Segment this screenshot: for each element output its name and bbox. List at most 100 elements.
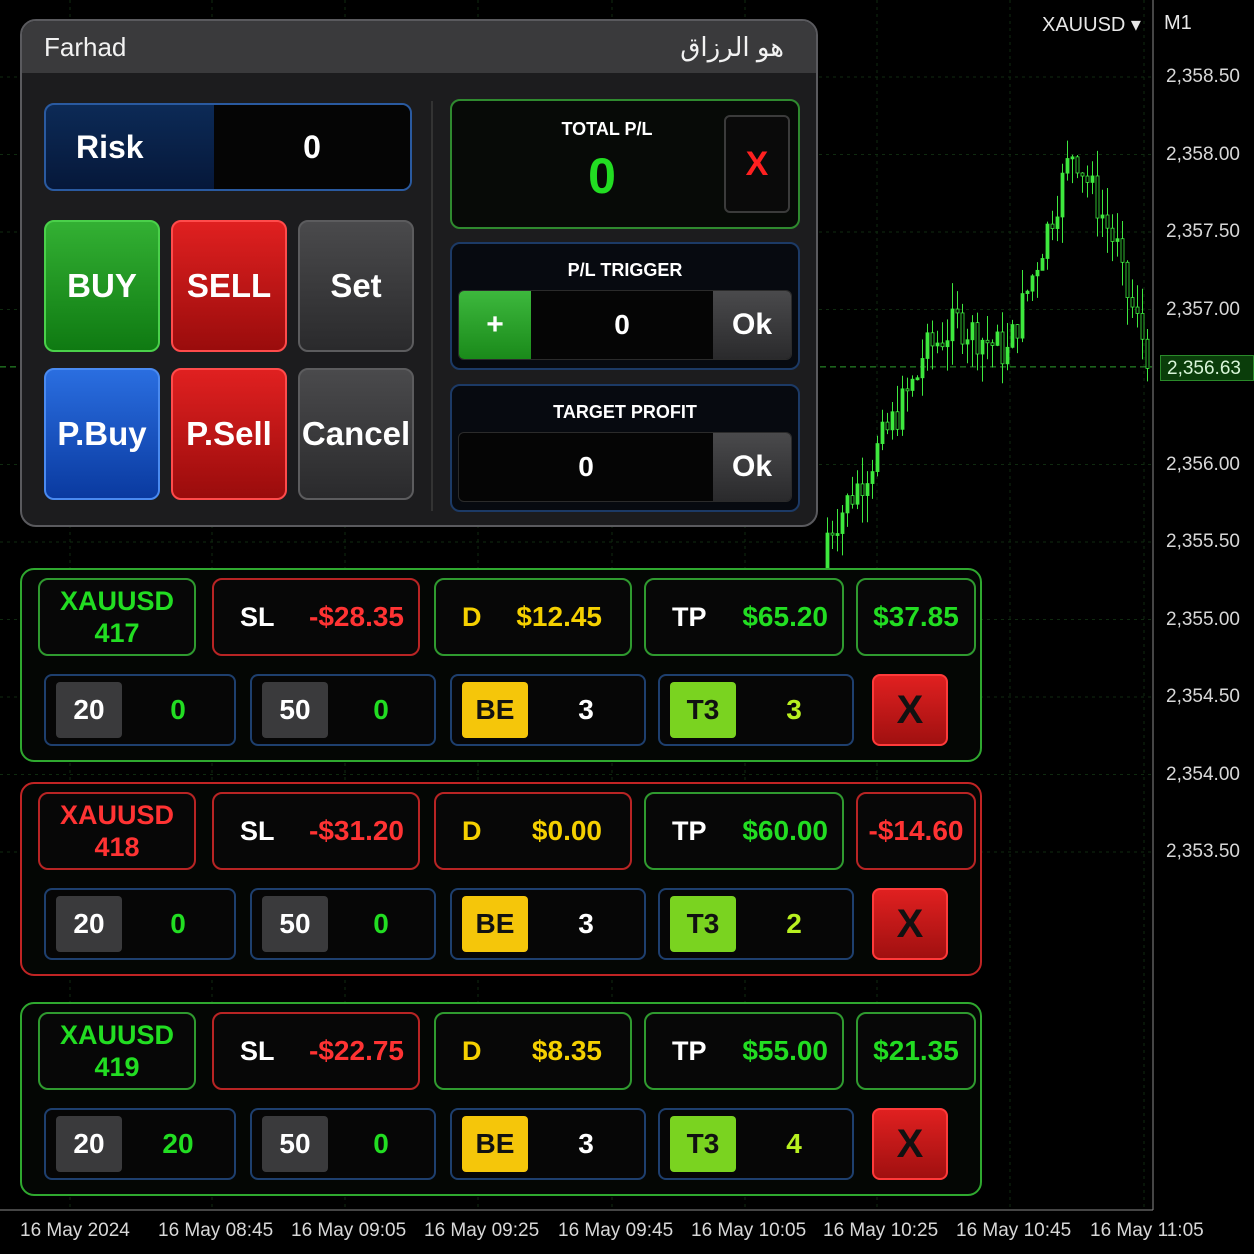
risk-field[interactable]: Risk 0 <box>44 103 412 191</box>
pl-trigger-ok-button[interactable]: Ok <box>713 291 791 359</box>
price-axis-label: 2,357.00 <box>1166 298 1240 320</box>
candle-body <box>925 332 930 359</box>
candle-body <box>935 342 940 347</box>
breakeven-control[interactable]: BE 3 <box>450 888 646 960</box>
candle-body <box>965 339 970 345</box>
candle-body <box>960 312 965 345</box>
candle-body <box>850 495 855 505</box>
t3-value: 3 <box>786 694 802 725</box>
trade-symbol: XAUUSD <box>59 586 174 616</box>
close-trade-button[interactable]: X <box>872 674 948 746</box>
candle-body <box>1050 223 1055 229</box>
set-button[interactable]: Set <box>298 220 414 352</box>
t3-button[interactable]: T3 <box>670 896 736 952</box>
t3-control[interactable]: T3 3 <box>658 674 854 746</box>
price-axis-label: 2,355.00 <box>1166 608 1240 630</box>
panel-title-bar[interactable]: Farhad هو الرزاق <box>22 21 816 73</box>
breakeven-control[interactable]: BE 3 <box>450 1108 646 1180</box>
candle-body <box>920 358 925 379</box>
time-axis-label: 16 May 10:25 <box>823 1220 939 1241</box>
breakeven-value: 3 <box>578 1128 594 1159</box>
t3-control[interactable]: T3 4 <box>658 1108 854 1180</box>
target-profit-ok-button[interactable]: Ok <box>713 433 791 501</box>
candle-body <box>1060 172 1065 218</box>
breakeven-value: 3 <box>578 908 594 939</box>
target-profit-label: TARGET PROFIT <box>553 402 697 422</box>
partial-close-50[interactable]: 50 0 <box>250 674 436 746</box>
d-value: $0.00 <box>531 815 602 846</box>
distance-cell: D $8.35 <box>434 1012 632 1090</box>
candle-body <box>950 308 955 342</box>
sell-button[interactable]: SELL <box>171 220 287 352</box>
pl-trigger-plus-button[interactable]: + <box>459 291 531 359</box>
partial-close-50[interactable]: 50 0 <box>250 1108 436 1180</box>
candle-body <box>1025 290 1030 294</box>
chart-timeframe[interactable]: M1 <box>1164 12 1192 35</box>
candle-body <box>1120 238 1125 263</box>
chart-symbol[interactable]: XAUUSD ▾ <box>1042 12 1141 37</box>
candle-body <box>945 340 950 348</box>
partial-close-50[interactable]: 50 0 <box>250 888 436 960</box>
pl-trigger-row: + 0 Ok <box>458 290 792 360</box>
pending-sell-button[interactable]: P.Sell <box>171 368 287 500</box>
stop-loss-cell: SL -$22.75 <box>212 1012 420 1090</box>
cancel-button[interactable]: Cancel <box>298 368 414 500</box>
candle-body <box>1035 269 1040 277</box>
partial-close-20[interactable]: 20 0 <box>44 888 236 960</box>
candle-body <box>910 378 915 391</box>
pl-trigger-input[interactable]: 0 <box>531 291 713 359</box>
d-label: D <box>462 601 482 632</box>
partial-50-button[interactable]: 50 <box>262 896 328 952</box>
partial-50-button[interactable]: 50 <box>262 1116 328 1172</box>
t3-value: 4 <box>786 1128 802 1159</box>
candle-body <box>1100 214 1105 219</box>
partial-20-button[interactable]: 20 <box>56 682 122 738</box>
time-axis-label: 16 May 10:05 <box>691 1220 807 1241</box>
breakeven-button[interactable]: BE <box>462 1116 528 1172</box>
candle-body <box>905 388 910 392</box>
trade-ticket: 419 <box>94 1052 140 1082</box>
candle-body <box>970 322 975 341</box>
target-profit-input[interactable]: 0 <box>459 433 713 501</box>
partial-20-value: 0 <box>170 908 186 939</box>
close-trade-button[interactable]: X <box>872 1108 948 1180</box>
pl-trigger-box: P/L TRIGGER + 0 Ok <box>450 242 800 370</box>
buy-button[interactable]: BUY <box>44 220 160 352</box>
tp-label: TP <box>672 601 707 632</box>
partial-20-value: 0 <box>170 694 186 725</box>
tp-label: TP <box>672 1035 707 1066</box>
t3-control[interactable]: T3 2 <box>658 888 854 960</box>
partial-20-button[interactable]: 20 <box>56 1116 122 1172</box>
partial-close-20[interactable]: 20 20 <box>44 1108 236 1180</box>
net-pl-cell: $21.35 <box>856 1012 976 1090</box>
trade-card: XAUUSD 417 SL -$28.35 D $12.45 TP $65.20 $3… <box>20 568 982 762</box>
partial-close-20[interactable]: 20 0 <box>44 674 236 746</box>
chevron-down-icon[interactable]: ▾ <box>1131 14 1141 36</box>
breakeven-button[interactable]: BE <box>462 896 528 952</box>
breakeven-control[interactable]: BE 3 <box>450 674 646 746</box>
close-trade-button[interactable]: X <box>872 888 948 960</box>
candle-body <box>1075 156 1080 174</box>
partial-20-button[interactable]: 20 <box>56 896 122 952</box>
pending-buy-button[interactable]: P.Buy <box>44 368 160 500</box>
close-all-button[interactable]: X <box>724 115 790 213</box>
candle-body <box>1095 175 1100 219</box>
panel-divider <box>431 101 433 511</box>
price-axis-label: 2,354.50 <box>1166 686 1240 707</box>
breakeven-button[interactable]: BE <box>462 682 528 738</box>
candle-body <box>860 483 865 496</box>
partial-50-button[interactable]: 50 <box>262 682 328 738</box>
risk-input[interactable]: 0 <box>214 105 410 189</box>
candle-body <box>1090 175 1095 183</box>
trade-card: XAUUSD 418 SL -$31.20 D $0.00 TP $60.00 -$1… <box>20 782 982 976</box>
candle-body <box>845 495 850 514</box>
breakeven-value: 3 <box>578 694 594 725</box>
risk-label: Risk <box>76 129 144 165</box>
candle-body <box>930 332 935 347</box>
t3-button[interactable]: T3 <box>670 1116 736 1172</box>
stop-loss-cell: SL -$31.20 <box>212 792 420 870</box>
t3-button[interactable]: T3 <box>670 682 736 738</box>
partial-50-value: 0 <box>373 694 389 725</box>
price-axis-label: 2,354.00 <box>1166 763 1240 785</box>
candle-body <box>1140 313 1145 340</box>
